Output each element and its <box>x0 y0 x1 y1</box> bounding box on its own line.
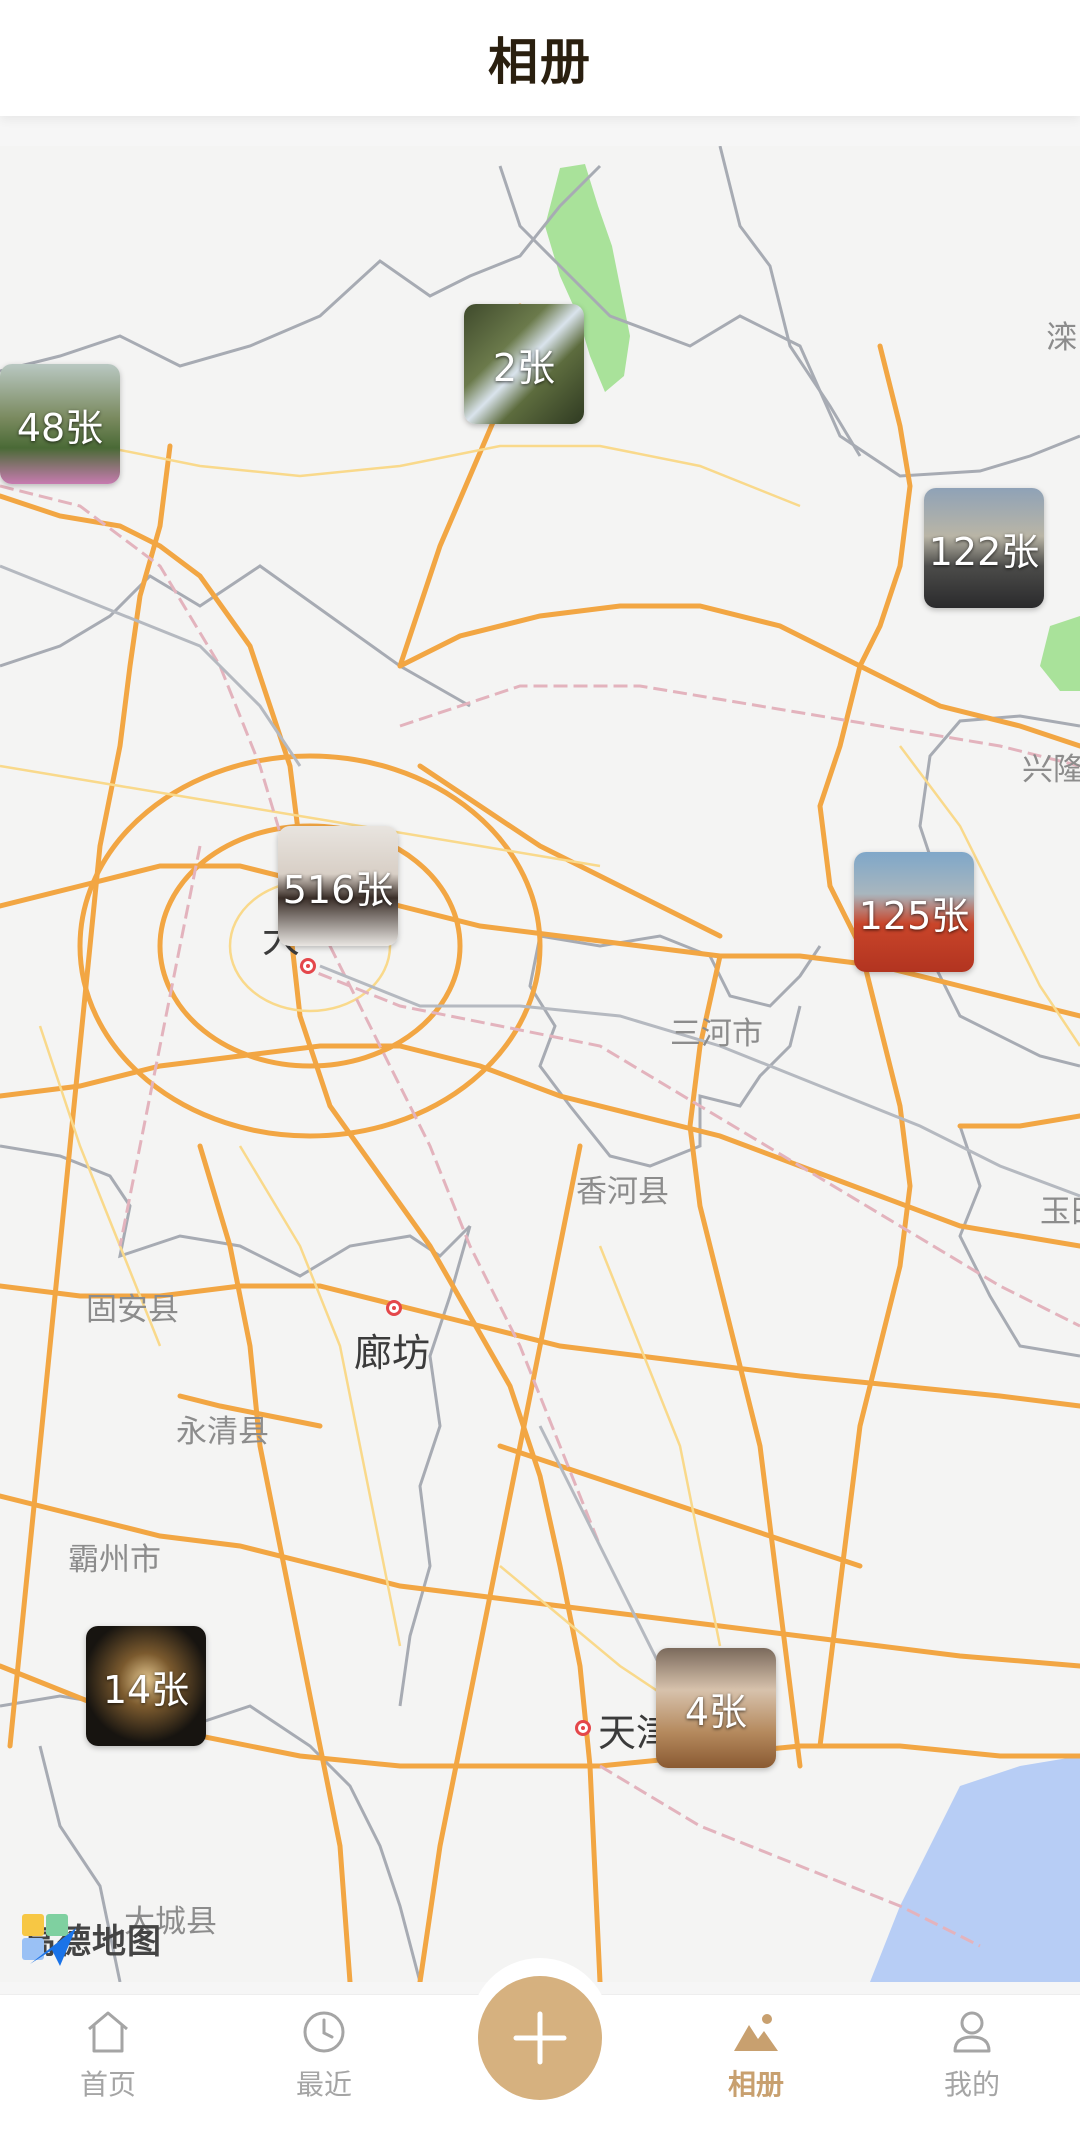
langfang-city-pin <box>386 1300 402 1316</box>
beijing-city-pin <box>300 958 316 974</box>
tab-album-label: 相册 <box>727 2068 784 2101</box>
photo-count-label: 48张 <box>16 405 104 450</box>
tab-me-label: 我的 <box>943 2068 1000 2101</box>
person-icon <box>953 2011 991 2053</box>
place-label-bazhou: 霸州市 <box>68 1542 161 1578</box>
photo-count-label: 14张 <box>102 1667 190 1712</box>
place-label-xinglong: 兴隆 <box>1022 752 1080 788</box>
photo-count-label: 516张 <box>282 867 394 912</box>
app-header: 相册 <box>0 0 1080 116</box>
photo-count-label: 122张 <box>928 529 1040 574</box>
photo-count-label: 4张 <box>684 1689 748 1734</box>
tab-me[interactable]: 我的 <box>912 2007 1032 2127</box>
photo-cluster-125[interactable]: 125张 <box>854 852 974 972</box>
photo-cluster-48[interactable]: 48张 <box>0 364 120 484</box>
amap-logo-icon <box>22 1914 76 1966</box>
tianjin-city-pin <box>575 1720 591 1736</box>
place-label-yutian: 玉田 <box>1040 1194 1080 1230</box>
place-label-yongqing: 永清县 <box>176 1414 269 1450</box>
page-title: 相册 <box>488 33 592 91</box>
photo-cluster-14[interactable]: 14张 <box>86 1626 206 1746</box>
photo-count-label: 125张 <box>858 893 970 938</box>
tab-recent[interactable]: 最近 <box>264 2007 384 2127</box>
mountain-icon <box>734 2014 778 2051</box>
map-view[interactable]: 三河市 香河县 固安县 廊坊 永清县 霸州市 大城县 天津 兴隆 滦 玉田 大 … <box>0 146 1080 1982</box>
place-label-langfang: 廊坊 <box>354 1331 431 1375</box>
place-label-xianghe: 香河县 <box>576 1174 669 1210</box>
tab-home[interactable]: 首页 <box>48 2007 168 2127</box>
tab-album[interactable]: 相册 <box>696 2007 816 2127</box>
tab-recent-label: 最近 <box>295 2068 352 2101</box>
tab-home-label: 首页 <box>79 2068 136 2101</box>
photo-cluster-516[interactable]: 516张 <box>278 826 398 946</box>
amap-logo: 高德地图 <box>22 1914 162 1966</box>
plus-icon <box>513 2011 567 2065</box>
place-label-guan: 固安县 <box>86 1292 179 1328</box>
home-icon <box>88 2011 128 2053</box>
clock-icon <box>303 2011 345 2053</box>
photo-cluster-122[interactable]: 122张 <box>924 488 1044 608</box>
photo-cluster-2[interactable]: 2张 <box>464 304 584 424</box>
place-label-luan: 滦 <box>1046 320 1077 356</box>
add-button[interactable] <box>478 1976 602 2100</box>
place-label-sanhe: 三河市 <box>670 1016 763 1052</box>
photo-count-label: 2张 <box>492 345 556 390</box>
photo-cluster-4[interactable]: 4张 <box>656 1648 776 1768</box>
